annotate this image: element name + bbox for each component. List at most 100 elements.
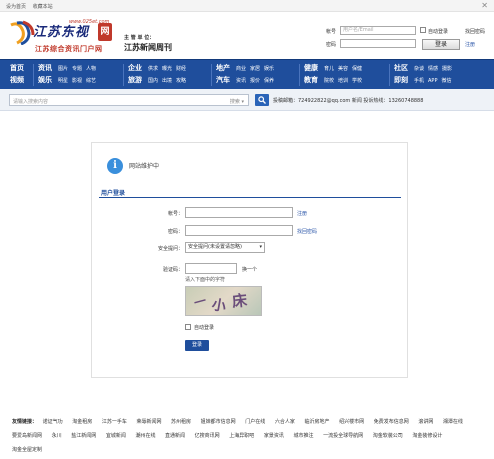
nav-item-main[interactable]: 地产	[216, 63, 230, 73]
account-input[interactable]	[185, 207, 293, 218]
nav-item-sub[interactable]: 院校	[324, 77, 334, 84]
friend-link[interactable]: 淘金装修设计	[412, 433, 442, 439]
nav-item-sub[interactable]: 商业	[236, 65, 246, 72]
nav-item-main[interactable]: 教育	[304, 75, 318, 85]
nav-item-sub[interactable]: 影视	[72, 77, 82, 84]
friend-link[interactable]: 家景资讯	[264, 433, 284, 439]
friend-link[interactable]: 姐妹都市信息网	[201, 419, 236, 425]
auto-login-checkbox[interactable]	[420, 27, 426, 33]
change-captcha-link[interactable]: 换一个	[242, 266, 257, 273]
friend-link[interactable]: 永川	[52, 433, 62, 439]
friend-link[interactable]: 免费发布信息网	[374, 419, 409, 425]
nav-item-sub[interactable]: 家居	[250, 65, 260, 72]
nav-item-sub[interactable]: 曝光	[162, 65, 172, 72]
nav-item-sub[interactable]: 出境	[162, 77, 172, 84]
friend-link[interactable]: 诺证气功	[43, 419, 63, 425]
friend-link[interactable]: 湘潭在线	[443, 419, 463, 425]
nav-item-sub[interactable]: 国内	[148, 77, 158, 84]
panel-auto-login-checkbox[interactable]	[185, 324, 191, 330]
login-submit-button[interactable]: 登录	[185, 340, 209, 351]
nav-item-sub[interactable]: 手机	[414, 77, 424, 84]
nav-item-sub[interactable]: 保养	[264, 77, 274, 84]
nav-item-main[interactable]: 社区	[394, 63, 408, 73]
friend-link[interactable]: 淘金全屋定制	[12, 447, 42, 453]
nav-item-main[interactable]: 汽车	[216, 75, 230, 85]
nav-item-sub[interactable]: APP	[428, 78, 437, 84]
nav-item-sub[interactable]: 供求	[148, 65, 158, 72]
header-login-button[interactable]: 登录	[422, 39, 460, 50]
set-homepage-link[interactable]: 设为首页	[6, 4, 26, 10]
nav-item-main[interactable]: 企业	[128, 63, 142, 73]
friend-link[interactable]: 一流投全球导航网	[323, 433, 363, 439]
friend-link[interactable]: 江苏一手车	[102, 419, 127, 425]
friend-link[interactable]: 荣辱新闻网	[136, 419, 161, 425]
friend-link[interactable]: 上海异职吧	[229, 433, 254, 439]
nav-item-main[interactable]: 娱乐	[38, 75, 52, 85]
friend-link[interactable]: 宜城新闻	[106, 433, 126, 439]
auto-login-label: 自动登录	[428, 29, 449, 35]
close-icon[interactable]: ✕	[481, 1, 488, 10]
friend-link[interactable]: 六合人家	[275, 419, 295, 425]
friend-link[interactable]: 门户在线	[245, 419, 265, 425]
register-hint-link[interactable]: 注册	[297, 210, 307, 217]
nav-item-main[interactable]: 旅游	[128, 75, 142, 85]
nav-item-sub[interactable]: 美容	[338, 65, 348, 72]
friend-link[interactable]: 直通新闻	[165, 433, 185, 439]
friend-link[interactable]: 盐江新闻网	[71, 433, 96, 439]
captcha-input[interactable]	[185, 263, 237, 274]
friend-link[interactable]: 绍兴楼市网	[339, 419, 364, 425]
nav-divider	[389, 64, 390, 86]
security-question-select[interactable]: 安全提问(未设置请忽略) ▾	[185, 242, 265, 253]
friend-link[interactable]: 亿搜商讯网	[195, 433, 220, 439]
forget-hint-link[interactable]: 找回密码	[297, 228, 317, 235]
search-button[interactable]	[255, 94, 269, 106]
friend-link[interactable]: 淘金租房	[72, 419, 92, 425]
nav-item-sub[interactable]: 微信	[441, 77, 451, 84]
nav-item-sub[interactable]: 财经	[176, 65, 186, 72]
header-account-input[interactable]: 用户名/Email	[340, 26, 416, 35]
register-link[interactable]: 注册	[465, 41, 475, 48]
bookmark-link[interactable]: 收藏本站	[33, 4, 53, 10]
nav-row: 教育 院校 培训 学校	[304, 75, 366, 87]
nav-item-sub[interactable]: 攻略	[176, 77, 186, 84]
nav-item-sub[interactable]: 人物	[86, 65, 96, 72]
captcha-image[interactable]: 一 小 床	[185, 286, 262, 316]
nav-item-sub[interactable]: 报价	[250, 77, 260, 84]
forget-password-link[interactable]: 找回密码	[465, 28, 485, 35]
friend-link[interactable]: 城市推注	[293, 433, 313, 439]
nav-item-sub[interactable]: 资讯	[236, 77, 246, 84]
nav-item-main[interactable]: 首页	[10, 63, 24, 73]
nav-item-main[interactable]: 健康	[304, 63, 318, 73]
nav-item-sub[interactable]: 明星	[58, 77, 68, 84]
friend-link[interactable]: 淘金软装公司	[373, 433, 403, 439]
nav-item-sub[interactable]: 专题	[72, 65, 82, 72]
nav-group: 企业 供求 曝光 财经旅游 国内 出境 攻略	[128, 63, 190, 87]
nav-item-sub[interactable]: 保健	[352, 65, 362, 72]
friend-links: 友情链接： 诺证气功 淘金租房 江苏一手车 荣辱新闻网 苏州租房 姐妹都市信息网…	[12, 415, 486, 457]
nav-item-sub[interactable]: 娱乐	[264, 65, 274, 72]
friend-link[interactable]: 滚讲网	[418, 419, 433, 425]
header-password-input[interactable]	[340, 39, 416, 48]
friend-link[interactable]: 潮州在线	[135, 433, 155, 439]
friend-link[interactable]: 苏州租房	[171, 419, 191, 425]
site-logo[interactable]: 江苏东视 www.025et.com 网 江苏综合资讯门户网	[7, 17, 117, 57]
chevron-down-icon: ▾	[259, 244, 262, 250]
search-input[interactable]: 请输入搜索内容 搜索 ▾	[9, 94, 249, 106]
nav-item-sub[interactable]: 杂谈	[414, 65, 424, 72]
nav-item-sub[interactable]: 图片	[58, 65, 68, 72]
friend-link[interactable]: 临沂房地产	[304, 419, 329, 425]
nav-item-main[interactable]: 资讯	[38, 63, 52, 73]
password-input[interactable]	[185, 225, 293, 236]
nav-item-sub[interactable]: 摄影	[442, 65, 452, 72]
nav-item-sub[interactable]: 培训	[338, 77, 348, 84]
nav-item-sub[interactable]: 育儿	[324, 65, 334, 72]
friend-link[interactable]: 要爱岛新闻网	[12, 433, 42, 439]
nav-item-sub[interactable]: 情感	[428, 65, 438, 72]
search-category-dropdown[interactable]: 搜索 ▾	[230, 98, 244, 105]
nav-item-main[interactable]: 即刻	[394, 75, 408, 85]
nav-item-main[interactable]: 视频	[10, 75, 24, 85]
account-field-label: 帐号：	[167, 211, 183, 217]
site-header: 江苏东视 www.025et.com 网 江苏综合资讯门户网 主 管 单 位： …	[0, 13, 494, 59]
nav-item-sub[interactable]: 综艺	[86, 77, 96, 84]
nav-item-sub[interactable]: 学校	[352, 77, 362, 84]
